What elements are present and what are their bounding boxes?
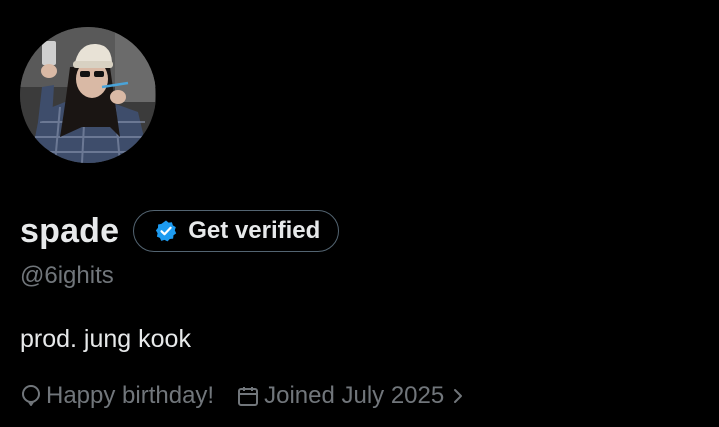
display-name: spade — [20, 211, 120, 250]
joined-text: Joined July 2025 — [264, 382, 445, 409]
calendar-icon — [238, 387, 259, 406]
avatar-photo — [20, 27, 156, 163]
birthday-text: Happy birthday! — [46, 382, 215, 409]
get-verified-label: Get verified — [188, 217, 321, 244]
profile-avatar[interactable] — [20, 27, 156, 163]
profile-name-row: spade Get verified — [20, 210, 340, 252]
profile-meta: Happy birthday! Joined July 2025 — [20, 382, 468, 410]
chevron-right-icon[interactable] — [448, 384, 468, 408]
profile-handle: @6ighits — [20, 262, 114, 289]
joined-item[interactable]: Joined July 2025 — [236, 382, 468, 410]
balloon-icon — [21, 384, 41, 406]
verified-badge-icon — [156, 220, 177, 242]
get-verified-button[interactable]: Get verified — [133, 210, 340, 252]
profile-bio: prod. jung kook — [20, 325, 191, 353]
birthday-item: Happy birthday! — [20, 382, 214, 410]
